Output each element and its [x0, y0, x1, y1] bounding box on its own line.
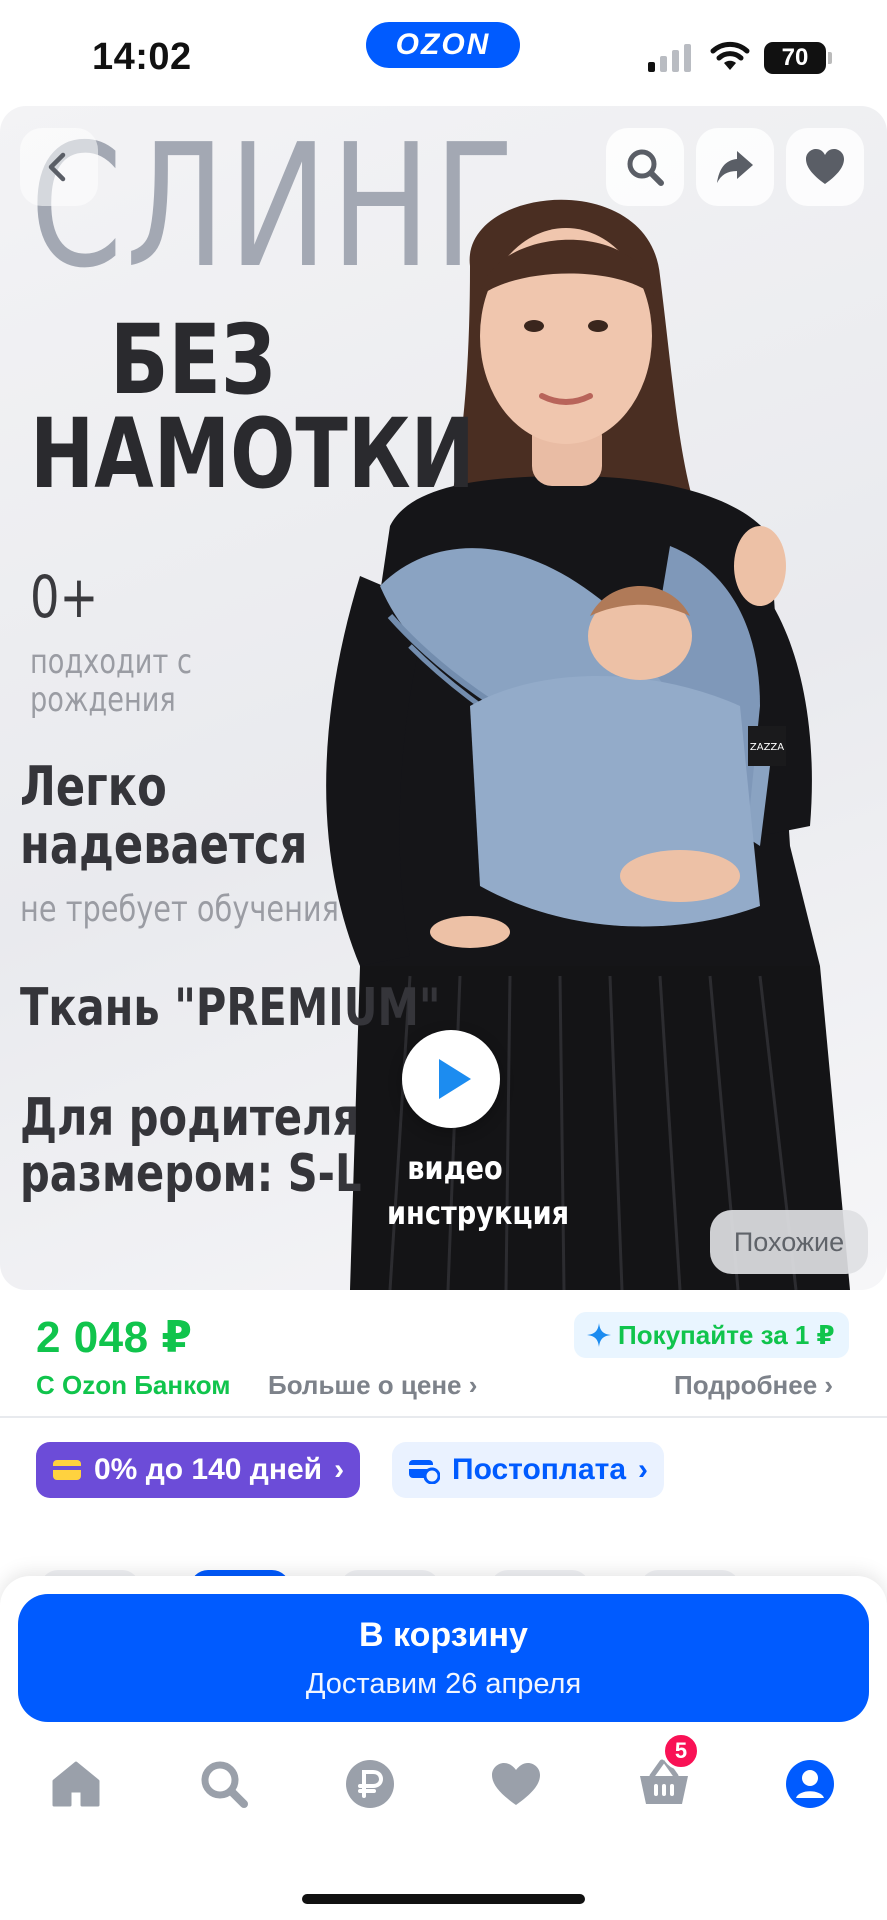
payment-options: 0% до 140 дней › Постоплата › — [0, 1420, 887, 1520]
video-label-line-1: видео — [407, 1149, 503, 1187]
promo-chip[interactable]: Покупайте за 1 ₽ — [574, 1312, 849, 1358]
video-play-button[interactable] — [402, 1030, 500, 1128]
tab-cart[interactable]: 5 — [624, 1732, 704, 1824]
more-price-link[interactable]: Больше о цене › — [268, 1370, 477, 1401]
signal-icon — [648, 44, 691, 72]
sparkle-icon — [587, 1323, 611, 1347]
heart-icon — [806, 149, 844, 184]
feature-3a: Для родителя — [20, 1088, 360, 1148]
search-icon — [627, 149, 664, 186]
share-icon — [717, 151, 753, 183]
product-page: 14:02 OZON 70 СЛИНГ ZAZZA БЕЗ НАМОТКИ 0+… — [0, 0, 887, 1920]
product-photo: ZAZZA — [326, 199, 850, 1290]
chevron-right-icon: › — [468, 1370, 478, 1400]
home-indicator — [302, 1894, 585, 1904]
age-note-1: подходит с — [30, 642, 192, 682]
play-icon — [439, 1059, 471, 1099]
battery-tip — [828, 52, 832, 64]
add-to-cart-label: В корзину — [359, 1616, 528, 1654]
favorite-button[interactable] — [786, 128, 864, 206]
details-link[interactable]: Подробнее › — [674, 1370, 833, 1401]
battery-icon: 70 — [764, 42, 826, 74]
promo-label: Покупайте за 1 ₽ — [618, 1319, 835, 1350]
age-label: 0+ — [30, 563, 99, 631]
favorites-icon — [492, 1763, 540, 1805]
postpay-icon — [409, 1460, 440, 1484]
home-icon — [52, 1761, 100, 1807]
ozon-logo: OZON — [366, 22, 520, 68]
feature-1a: Легко — [20, 755, 167, 818]
search-button[interactable] — [606, 128, 684, 206]
back-button[interactable] — [20, 128, 98, 206]
video-label: видео инструкция — [387, 1146, 570, 1236]
feature-1-note: не требует обучения — [20, 889, 339, 930]
search-icon — [201, 1761, 248, 1808]
chevron-right-icon: › — [824, 1370, 834, 1400]
postpay-label: Постоплата — [452, 1453, 627, 1486]
banner-line-2: НАМОТКИ — [30, 398, 475, 510]
bottom-bar: В корзину Доставим 26 апреля 5 — [0, 1576, 887, 1920]
bank-label: С Ozon Банком — [36, 1370, 231, 1400]
delivery-date: Доставим 26 апреля — [305, 1668, 582, 1700]
product-gallery[interactable]: СЛИНГ ZAZZA БЕЗ НАМОТКИ 0+ подходит с ро… — [0, 106, 887, 1290]
similar-button[interactable]: Похожие — [710, 1210, 868, 1274]
postpay-chip[interactable]: Постоплата › — [392, 1442, 665, 1498]
price-amount: 2 048 ₽ — [36, 1313, 193, 1362]
feature-3b: размером: S-L — [20, 1144, 362, 1204]
age-note-2: рождения — [30, 680, 176, 720]
wifi-icon — [710, 41, 750, 70]
status-bar: 14:02 OZON 70 — [0, 0, 887, 106]
feature-2: Ткань "PREMIUM" — [20, 978, 441, 1038]
add-to-cart-button[interactable]: В корзину Доставим 26 апреля — [18, 1594, 869, 1722]
back-icon — [48, 152, 66, 182]
ruble-icon — [346, 1760, 394, 1808]
share-button[interactable] — [696, 128, 774, 206]
tab-finance[interactable] — [330, 1744, 410, 1824]
more-price-label: Больше о цене — [268, 1370, 462, 1400]
card-icon — [53, 1460, 81, 1480]
installment-label: 0% до 140 дней — [94, 1453, 323, 1486]
video-label-line-2: инструкция — [387, 1193, 570, 1232]
profile-icon — [786, 1760, 834, 1808]
tab-profile[interactable] — [770, 1744, 850, 1824]
banner-line-1: БЕЗ — [110, 304, 276, 416]
tab-favorites[interactable] — [476, 1744, 556, 1824]
feature-1b: надевается — [20, 813, 308, 876]
tab-search[interactable] — [184, 1744, 264, 1824]
chevron-right-icon: › — [334, 1453, 345, 1486]
installment-chip[interactable]: 0% до 140 дней › — [36, 1442, 361, 1498]
tab-bar: 5 — [0, 1732, 887, 1854]
product-tag: ZAZZA — [750, 742, 784, 753]
status-time: 14:02 — [92, 36, 192, 78]
details-label: Подробнее — [674, 1370, 818, 1400]
chevron-right-icon: › — [638, 1453, 649, 1486]
price-section: 2 048 ₽ С Ozon Банком Больше о цене › По… — [0, 1290, 887, 1418]
tab-home[interactable] — [36, 1744, 116, 1824]
cart-badge: 5 — [662, 1732, 700, 1770]
